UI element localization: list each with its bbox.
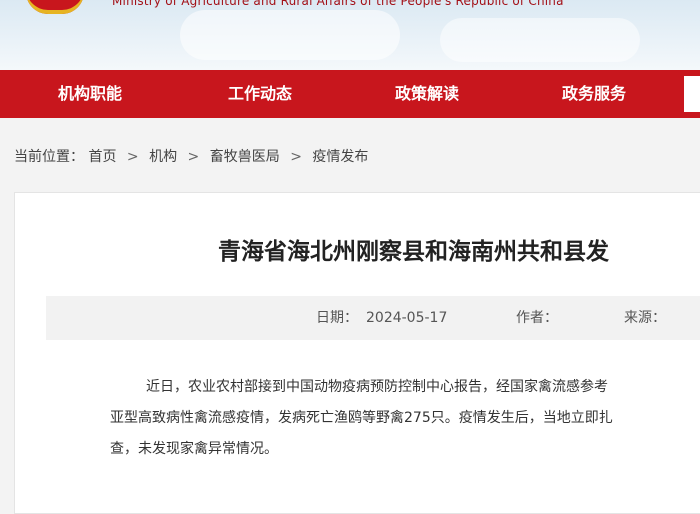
- article-meta: 日期： 2024-05-17 作者： 来源：: [46, 296, 700, 340]
- article-title: 青海省海北州刚察县和海南州共和县发: [218, 239, 609, 265]
- article-body: 近日，农业农村部接到中国动物疫病预防控制中心报告，经国家禽流感参考 亚型高致病性…: [110, 372, 700, 465]
- banner-cloud: [180, 10, 400, 60]
- breadcrumb-separator: >: [126, 149, 139, 165]
- national-emblem-icon[interactable]: [26, 0, 84, 14]
- breadcrumb-separator: >: [187, 149, 200, 165]
- nav-item-functions[interactable]: 机构职能: [58, 70, 122, 118]
- nav-item-more[interactable]: [684, 76, 700, 112]
- nav-item-services[interactable]: 政务服务: [562, 70, 626, 118]
- author-label: 作者：: [516, 310, 558, 326]
- banner-cloud: [440, 18, 640, 62]
- ministry-english-name: Ministry of Agriculture and Rural Affair…: [112, 0, 564, 8]
- breadcrumb-epidemic[interactable]: 疫情发布: [312, 149, 368, 165]
- nav-item-news[interactable]: 工作动态: [228, 70, 292, 118]
- breadcrumb-home[interactable]: 首页: [88, 149, 116, 165]
- main-nav: 机构职能 工作动态 政策解读 政务服务: [0, 70, 700, 118]
- article-line: 查，未发现家禽异常情况。: [110, 441, 278, 457]
- breadcrumb: 当前位置： 首页 > 机构 > 畜牧兽医局 > 疫情发布: [14, 146, 368, 166]
- date-label: 日期：: [316, 310, 358, 326]
- article-date: 2024-05-17: [366, 310, 448, 326]
- breadcrumb-separator: >: [290, 149, 302, 165]
- breadcrumb-bureau[interactable]: 畜牧兽医局: [210, 149, 280, 165]
- breadcrumb-org[interactable]: 机构: [149, 149, 177, 165]
- header-banner: Ministry of Agriculture and Rural Affair…: [0, 0, 700, 70]
- article-line: 亚型高致病性禽流感疫情，发病死亡渔鸥等野禽275只。疫情发生后，当地立即扎: [110, 410, 613, 426]
- breadcrumb-prefix: 当前位置：: [14, 149, 84, 165]
- nav-item-policy[interactable]: 政策解读: [395, 70, 459, 118]
- article-line: 近日，农业农村部接到中国动物疫病预防控制中心报告，经国家禽流感参考: [146, 379, 608, 395]
- source-label: 来源：: [624, 310, 666, 326]
